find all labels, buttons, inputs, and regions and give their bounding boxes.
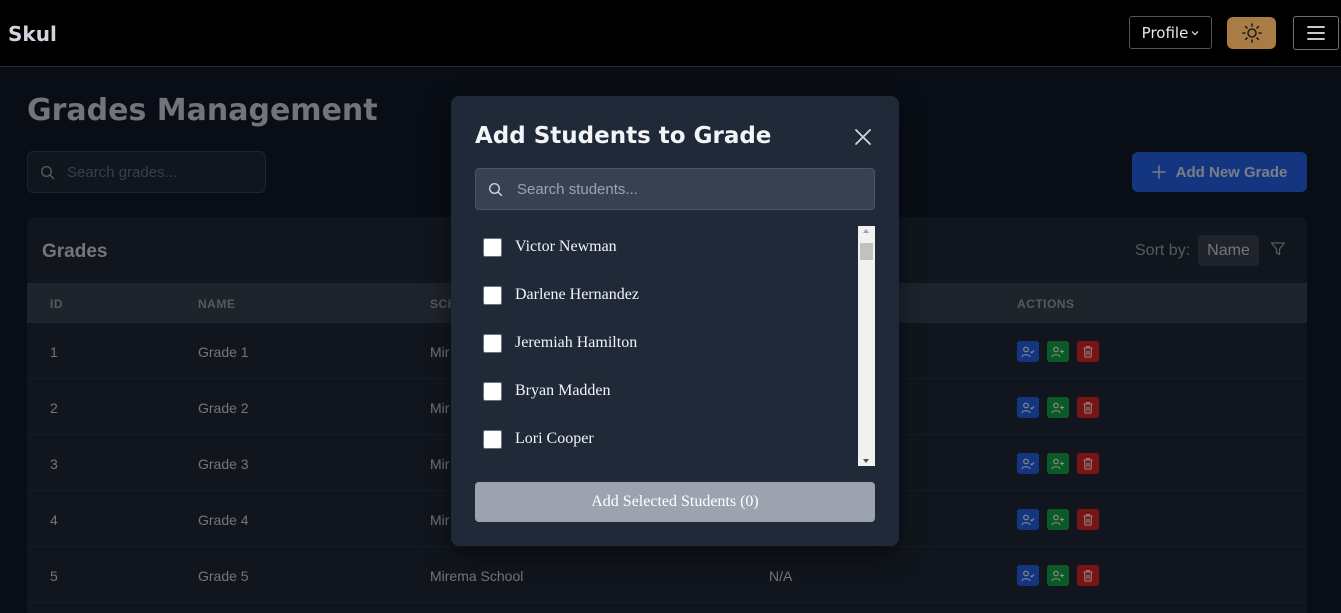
sun-icon bbox=[1241, 23, 1262, 43]
close-icon bbox=[855, 129, 871, 145]
profile-dropdown-button[interactable]: Profile bbox=[1129, 16, 1212, 49]
list-item[interactable]: Jeremiah Hamilton bbox=[475, 319, 855, 367]
scroll-up-arrow-icon[interactable] bbox=[863, 229, 869, 233]
hamburger-menu-icon bbox=[1307, 26, 1325, 40]
student-checkbox[interactable] bbox=[483, 285, 502, 305]
list-item[interactable]: Lori Cooper bbox=[475, 415, 855, 463]
student-list: Victor Newman Darlene Hernandez Jeremiah… bbox=[475, 226, 875, 466]
student-list-scrollbar[interactable] bbox=[858, 226, 875, 466]
add-students-modal: Add Students to Grade Search students...… bbox=[451, 96, 899, 546]
search-students-input[interactable]: Search students... bbox=[475, 168, 875, 210]
student-name: Bryan Madden bbox=[515, 382, 611, 399]
brand-logo[interactable]: Skul bbox=[8, 22, 57, 46]
student-name: Victor Newman bbox=[515, 238, 617, 255]
student-name: Jeremiah Hamilton bbox=[515, 334, 638, 351]
list-item[interactable]: Darlene Hernandez bbox=[475, 271, 855, 319]
scroll-thumb[interactable] bbox=[860, 243, 873, 260]
search-students-placeholder: Search students... bbox=[517, 180, 638, 198]
profile-label: Profile bbox=[1141, 23, 1189, 42]
student-name: Darlene Hernandez bbox=[515, 286, 639, 303]
list-item[interactable]: Victor Newman bbox=[475, 226, 855, 271]
close-button[interactable] bbox=[851, 125, 875, 149]
theme-toggle-button[interactable] bbox=[1227, 17, 1276, 49]
list-item[interactable]: Bryan Madden bbox=[475, 367, 855, 415]
search-icon bbox=[488, 182, 503, 196]
chevron-down-icon bbox=[1191, 30, 1199, 35]
menu-toggle-button[interactable] bbox=[1293, 16, 1339, 50]
student-checkbox[interactable] bbox=[483, 429, 502, 449]
top-navbar: Skul Profile bbox=[0, 0, 1341, 67]
student-checkbox[interactable] bbox=[483, 333, 502, 353]
student-name: Lori Cooper bbox=[515, 430, 594, 447]
scroll-down-arrow-icon[interactable] bbox=[863, 459, 869, 463]
student-checkbox[interactable] bbox=[483, 381, 502, 401]
modal-title: Add Students to Grade bbox=[475, 123, 772, 149]
student-checkbox[interactable] bbox=[483, 237, 502, 257]
add-selected-students-button[interactable]: Add Selected Students (0) bbox=[475, 482, 875, 522]
